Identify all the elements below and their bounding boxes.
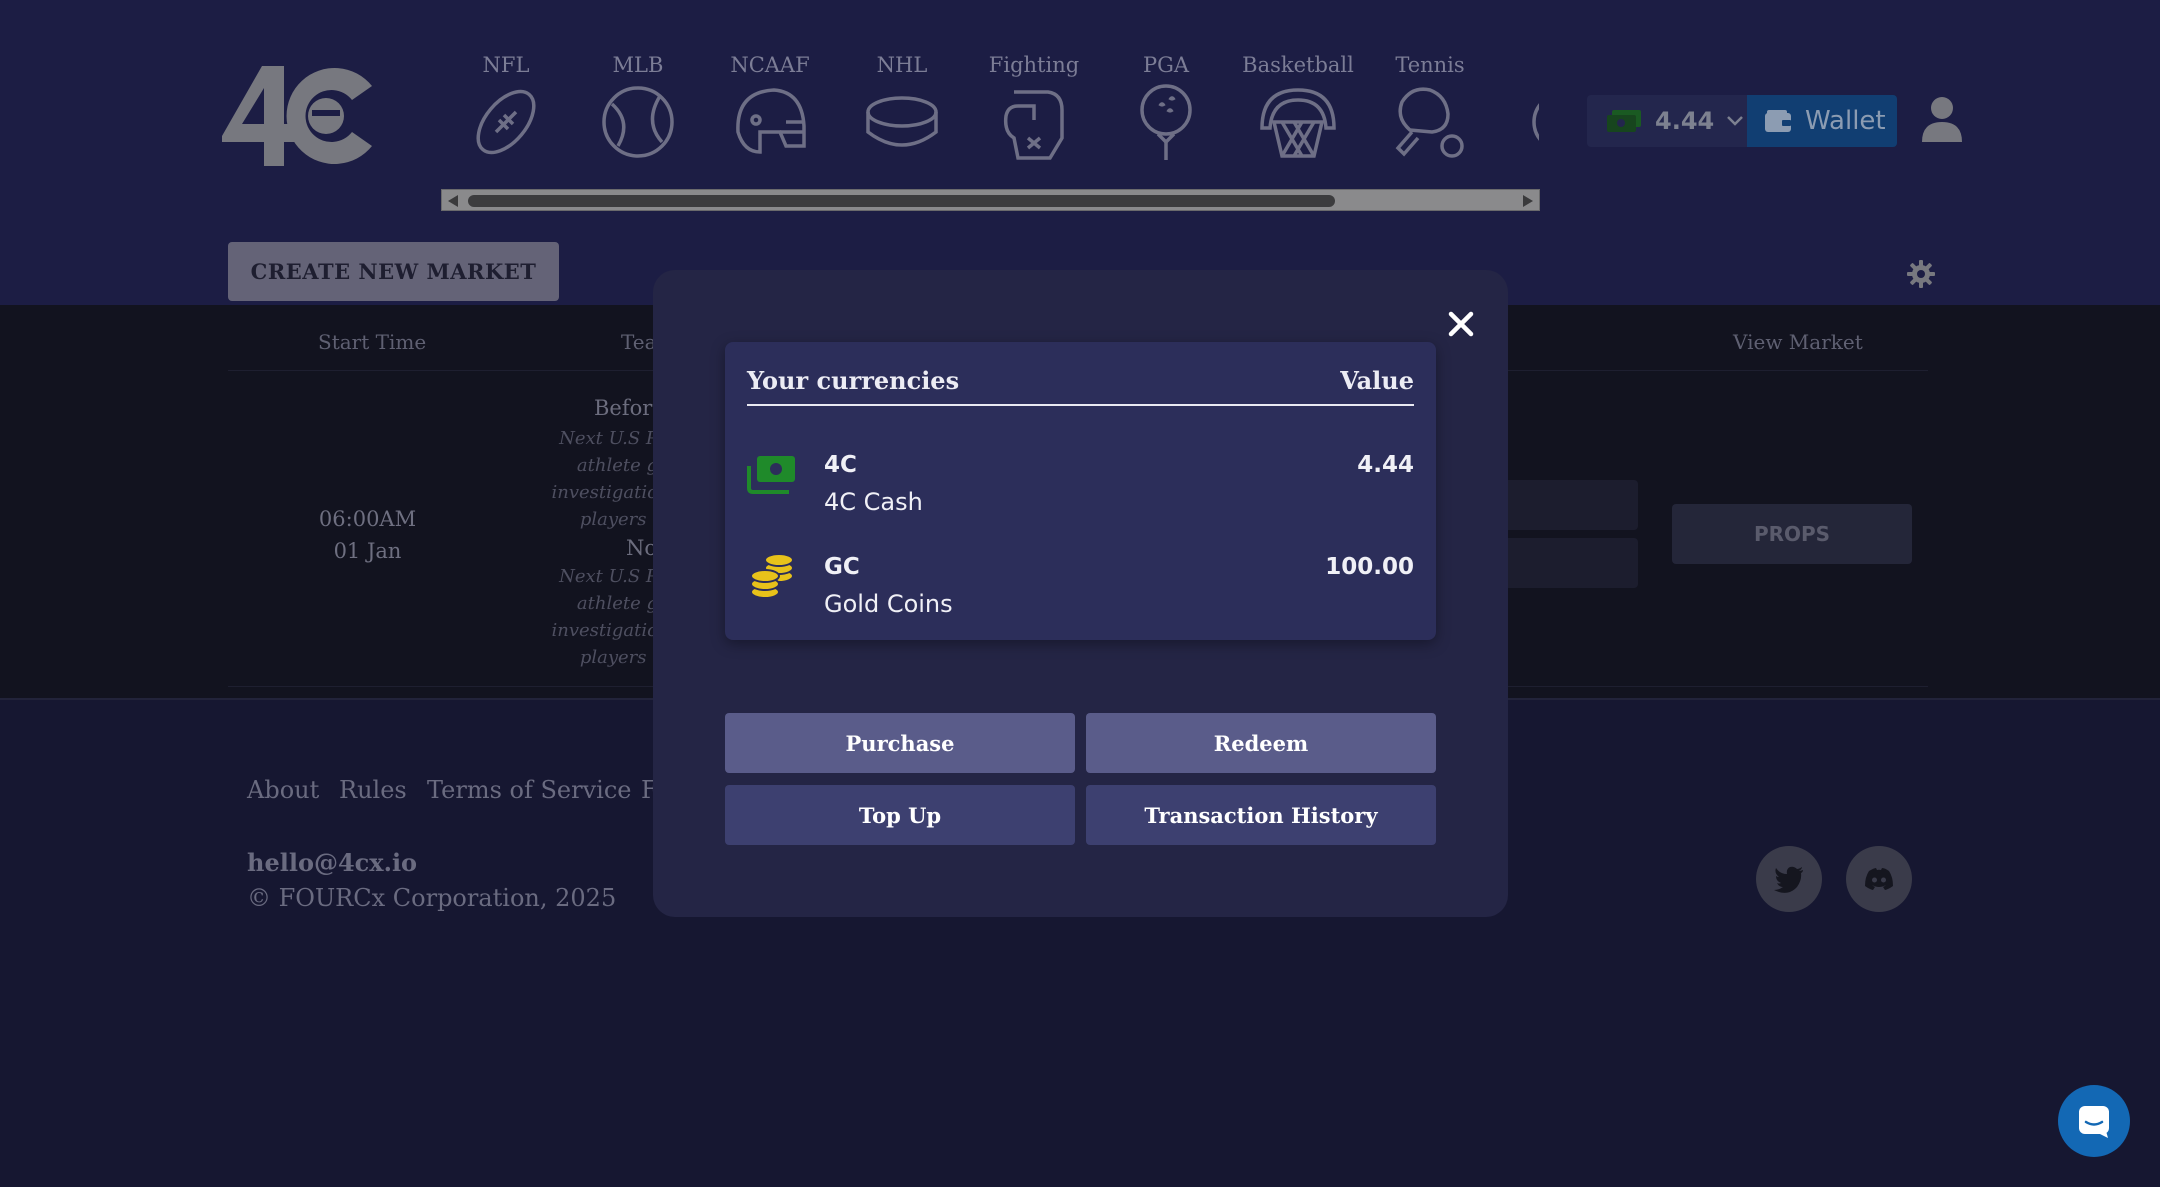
partial-icon xyxy=(1532,103,1539,141)
currency-code: GC xyxy=(824,554,860,580)
sport-label: PGA xyxy=(1142,53,1190,77)
sport-label: Basketball xyxy=(1242,53,1354,77)
currency-value: 100.00 xyxy=(1325,554,1414,580)
start-time: 06:00AM 01 Jan xyxy=(300,503,435,567)
footer-link-terms[interactable]: Terms of Service xyxy=(427,776,631,804)
sport-basketball[interactable]: Basketball xyxy=(1238,48,1358,168)
sport-label: MLB xyxy=(612,53,664,77)
currency-name: 4C Cash xyxy=(824,488,923,516)
header: NFL MLB NCAAF NHL Fighting PGA Basketbal… xyxy=(0,0,2160,305)
user-icon[interactable] xyxy=(1922,96,1962,142)
desc-line: athlete g xyxy=(576,593,658,614)
market-option-button[interactable] xyxy=(1490,538,1638,588)
currency-row-4c: 4C 4C Cash 4.44 xyxy=(747,452,1414,532)
wallet-button[interactable]: Wallet xyxy=(1747,95,1897,147)
footer-link-rules[interactable]: Rules xyxy=(339,776,407,804)
sport-label: NFL xyxy=(482,53,530,77)
discord-button[interactable] xyxy=(1846,846,1912,912)
gear-icon[interactable] xyxy=(1907,260,1935,288)
th-start-time: Start Time xyxy=(318,330,427,354)
sport-mlb[interactable]: MLB xyxy=(578,48,698,168)
date-value: 01 Jan xyxy=(333,539,402,563)
sport-nfl[interactable]: NFL xyxy=(446,48,566,168)
close-button[interactable] xyxy=(1443,306,1479,342)
balance-value: 4.44 xyxy=(1655,107,1715,135)
desc-line: investigatio xyxy=(551,620,658,641)
cash-icon xyxy=(747,456,795,494)
wallet-label: Wallet xyxy=(1805,106,1886,136)
wallet-icon xyxy=(1765,110,1791,132)
sports-scrollbar[interactable] xyxy=(441,189,1540,211)
desc-line: players i xyxy=(579,509,658,530)
sport-fighting[interactable]: Fighting xyxy=(974,48,1094,168)
currency-row-gc: GC Gold Coins 100.00 xyxy=(747,554,1414,634)
wallet-modal: Your currencies Value 4C 4C Cash 4.44 GC… xyxy=(653,270,1508,917)
contact-email[interactable]: hello@4cx.io xyxy=(247,848,417,877)
copyright: © FOURCx Corporation, 2025 xyxy=(247,884,617,912)
create-new-market-button[interactable]: CREATE NEW MARKET xyxy=(228,242,559,301)
scrollbar-thumb[interactable] xyxy=(468,195,1335,207)
currency-name: Gold Coins xyxy=(824,590,953,618)
football-icon xyxy=(476,89,536,155)
desc-line: players i xyxy=(579,647,658,668)
close-icon xyxy=(1448,311,1474,337)
desc-line: athlete g xyxy=(576,455,658,476)
chat-icon xyxy=(2079,1106,2109,1138)
sport-label: Tennis xyxy=(1395,53,1465,77)
sports-nav: NFL MLB NCAAF NHL Fighting PGA Basketbal… xyxy=(442,48,1539,168)
currencies-title: Your currencies xyxy=(747,366,960,395)
baseball-icon xyxy=(602,86,674,158)
page: NFL MLB NCAAF NHL Fighting PGA Basketbal… xyxy=(0,0,2160,1187)
team-b-desc: Next U.S P athlete g investigatio player… xyxy=(508,563,658,671)
props-button[interactable]: PROPS xyxy=(1672,504,1912,564)
twitter-button[interactable] xyxy=(1756,846,1822,912)
chevron-down-icon xyxy=(1727,116,1744,126)
th-view-market: View Market xyxy=(1733,330,1863,354)
balance-dropdown[interactable]: 4.44 xyxy=(1587,95,1747,147)
sport-ncaaf[interactable]: NCAAF xyxy=(710,48,830,168)
sport-label: NHL xyxy=(876,53,928,77)
time-value: 06:00AM xyxy=(318,507,417,531)
basketball-hoop-icon xyxy=(1260,88,1336,158)
sport-pga[interactable]: PGA xyxy=(1106,48,1226,168)
desc-line: Next U.S P xyxy=(559,428,658,449)
sport-label: S xyxy=(1502,48,1539,82)
transaction-history-button[interactable]: Transaction History xyxy=(1086,785,1436,845)
value-header: Value xyxy=(1340,366,1414,395)
redeem-button[interactable]: Redeem xyxy=(1086,713,1436,773)
boxing-glove-icon xyxy=(1003,90,1064,160)
currency-value: 4.44 xyxy=(1357,452,1414,478)
footer-link-about[interactable]: About xyxy=(247,776,319,804)
currency-code: 4C xyxy=(824,452,857,478)
golf-ball-icon xyxy=(1140,84,1192,160)
sport-partial[interactable]: S xyxy=(1502,48,1539,168)
puck-icon xyxy=(866,96,938,147)
purchase-button[interactable]: Purchase xyxy=(725,713,1075,773)
scroll-left-icon[interactable] xyxy=(448,195,458,207)
sport-label: Fighting xyxy=(988,53,1080,77)
chat-launcher-button[interactable] xyxy=(2058,1085,2130,1157)
sport-tennis[interactable]: Tennis xyxy=(1370,48,1490,168)
top-up-button[interactable]: Top Up xyxy=(725,785,1075,845)
discord-icon xyxy=(1865,868,1893,890)
tennis-racket-icon xyxy=(1395,87,1464,158)
desc-line: investigatio xyxy=(551,482,658,503)
team-a-desc: Next U.S P athlete g investigatio player… xyxy=(508,425,658,533)
sport-label: NCAAF xyxy=(730,53,810,77)
4c-logo[interactable] xyxy=(222,66,374,166)
currencies-header: Your currencies Value xyxy=(747,366,1414,406)
desc-line: Next U.S P xyxy=(559,566,658,587)
twitter-icon xyxy=(1774,866,1803,893)
cash-icon xyxy=(1607,110,1641,132)
scroll-right-icon[interactable] xyxy=(1523,195,1533,207)
currencies-card: Your currencies Value 4C 4C Cash 4.44 GC… xyxy=(725,342,1436,640)
helmet-icon xyxy=(736,88,806,154)
market-option-button[interactable] xyxy=(1490,480,1638,530)
sport-nhl[interactable]: NHL xyxy=(842,48,962,168)
gold-coins-icon xyxy=(750,554,794,599)
th-teams: Tea xyxy=(621,330,657,354)
